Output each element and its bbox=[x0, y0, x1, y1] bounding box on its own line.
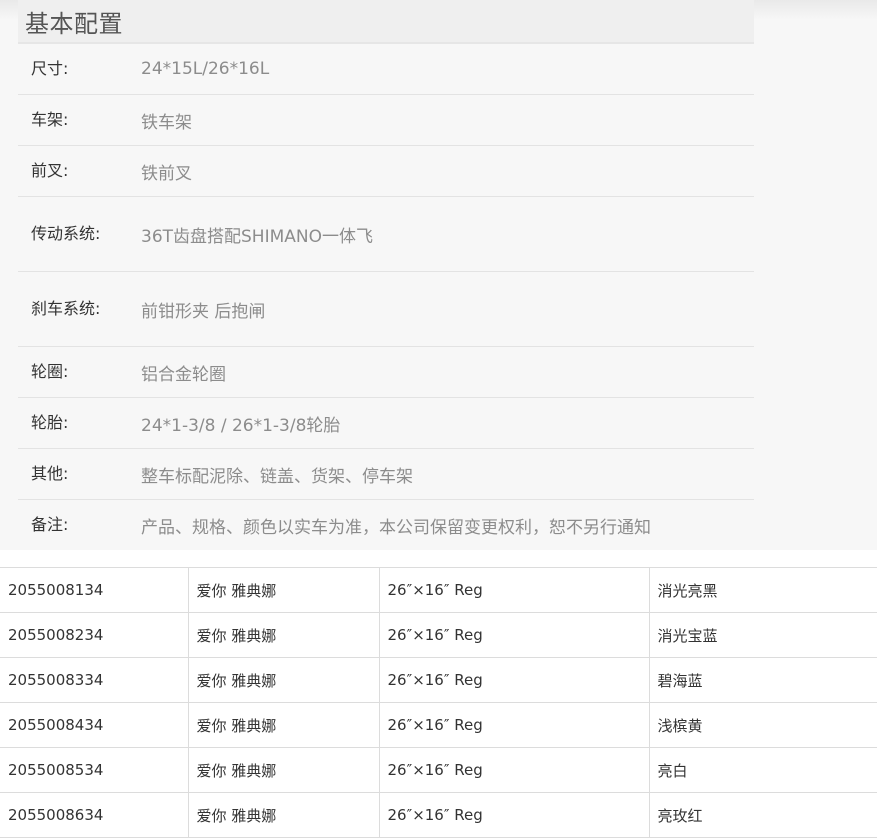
spec-value: 整车标配泥除、链盖、货架、停车架 bbox=[141, 448, 754, 500]
spec-row-fork: 前叉: 铁前叉 bbox=[18, 145, 754, 197]
spec-label: 备注: bbox=[31, 515, 69, 534]
spec-row-tire: 轮胎: 24*1-3/8 / 26*1-3/8轮胎 bbox=[18, 397, 754, 449]
table-row: 2055008534 爱你 雅典娜 26″×16″ Reg 亮白 bbox=[0, 747, 877, 793]
spec-label: 传动系统: bbox=[18, 196, 141, 272]
spec-label: 前叉: bbox=[18, 145, 141, 197]
sku-size: 26″×16″ Reg bbox=[378, 747, 650, 793]
sku-table: 2055008134 爱你 雅典娜 26″×16″ Reg 消光亮黑 20550… bbox=[0, 567, 877, 838]
sku-size: 26″×16″ Reg bbox=[378, 792, 650, 838]
spec-row-drivetrain: 传动系统: 36T齿盘搭配SHIMANO一体飞 bbox=[18, 196, 754, 272]
sku-color: 消光宝蓝 bbox=[648, 612, 877, 658]
spec-table: 尺寸: 24*15L/26*16L 车架: 铁车架 前叉: 铁前叉 传动系统: … bbox=[18, 44, 754, 550]
spec-label: 车架: bbox=[18, 94, 141, 146]
spec-value: 24*1-3/8 / 26*1-3/8轮胎 bbox=[141, 397, 754, 449]
spec-value: 铝合金轮圈 bbox=[141, 346, 754, 398]
spec-row-note: 备注: 产品、规格、颜色以实车为准，本公司保留变更权利，恕不另行通知 bbox=[18, 500, 754, 551]
spec-section-title: 基本配置 bbox=[25, 10, 123, 38]
spec-value: 前钳形夹 后抱闸 bbox=[141, 271, 754, 347]
sku-code: 2055008334 bbox=[0, 657, 189, 703]
sku-code: 2055008134 bbox=[0, 567, 189, 613]
sku-code: 2055008634 bbox=[0, 792, 189, 838]
sku-color: 亮玫红 bbox=[648, 792, 877, 838]
sku-model: 爱你 雅典娜 bbox=[187, 702, 380, 748]
sku-model: 爱你 雅典娜 bbox=[187, 612, 380, 658]
sku-size: 26″×16″ Reg bbox=[378, 612, 650, 658]
spec-row-rim: 轮圈: 铝合金轮圈 bbox=[18, 346, 754, 398]
sku-model: 爱你 雅典娜 bbox=[187, 567, 380, 613]
sku-color: 消光亮黑 bbox=[648, 567, 877, 613]
table-row: 2055008134 爱你 雅典娜 26″×16″ Reg 消光亮黑 bbox=[0, 567, 877, 613]
sku-model: 爱你 雅典娜 bbox=[187, 657, 380, 703]
spec-panel: 基本配置 尺寸: 24*15L/26*16L 车架: 铁车架 前叉: 铁前叉 传… bbox=[0, 0, 877, 550]
sku-code: 2055008434 bbox=[0, 702, 189, 748]
sku-color: 浅槟黄 bbox=[648, 702, 877, 748]
sku-size: 26″×16″ Reg bbox=[378, 702, 650, 748]
spec-section-header: 基本配置 bbox=[18, 0, 754, 44]
spec-value: 铁车架 bbox=[141, 94, 754, 146]
sku-size: 26″×16″ Reg bbox=[378, 657, 650, 703]
sku-color: 碧海蓝 bbox=[648, 657, 877, 703]
spec-label: 尺寸: bbox=[18, 44, 141, 95]
sku-size: 26″×16″ Reg bbox=[378, 567, 650, 613]
spec-label: 轮胎: bbox=[18, 397, 141, 449]
table-row: 2055008334 爱你 雅典娜 26″×16″ Reg 碧海蓝 bbox=[0, 657, 877, 703]
spec-value: 24*15L/26*16L bbox=[141, 44, 754, 95]
spec-label: 刹车系统: bbox=[18, 271, 141, 347]
sku-code: 2055008534 bbox=[0, 747, 189, 793]
sku-color: 亮白 bbox=[648, 747, 877, 793]
table-row: 2055008434 爱你 雅典娜 26″×16″ Reg 浅槟黄 bbox=[0, 702, 877, 748]
spec-row-size: 尺寸: 24*15L/26*16L bbox=[18, 44, 754, 95]
spec-value: 产品、规格、颜色以实车为准，本公司保留变更权利，恕不另行通知 bbox=[141, 517, 651, 538]
sku-model: 爱你 雅典娜 bbox=[187, 792, 380, 838]
sku-model: 爱你 雅典娜 bbox=[187, 747, 380, 793]
spec-label: 其他: bbox=[18, 448, 141, 500]
spec-value: 36T齿盘搭配SHIMANO一体飞 bbox=[141, 196, 754, 272]
table-row: 2055008634 爱你 雅典娜 26″×16″ Reg 亮玫红 bbox=[0, 792, 877, 838]
spec-label: 轮圈: bbox=[18, 346, 141, 398]
spec-value: 铁前叉 bbox=[141, 145, 754, 197]
table-row: 2055008234 爱你 雅典娜 26″×16″ Reg 消光宝蓝 bbox=[0, 612, 877, 658]
sku-code: 2055008234 bbox=[0, 612, 189, 658]
spec-row-frame: 车架: 铁车架 bbox=[18, 94, 754, 146]
spec-row-brake: 刹车系统: 前钳形夹 后抱闸 bbox=[18, 271, 754, 347]
spec-row-other: 其他: 整车标配泥除、链盖、货架、停车架 bbox=[18, 448, 754, 500]
